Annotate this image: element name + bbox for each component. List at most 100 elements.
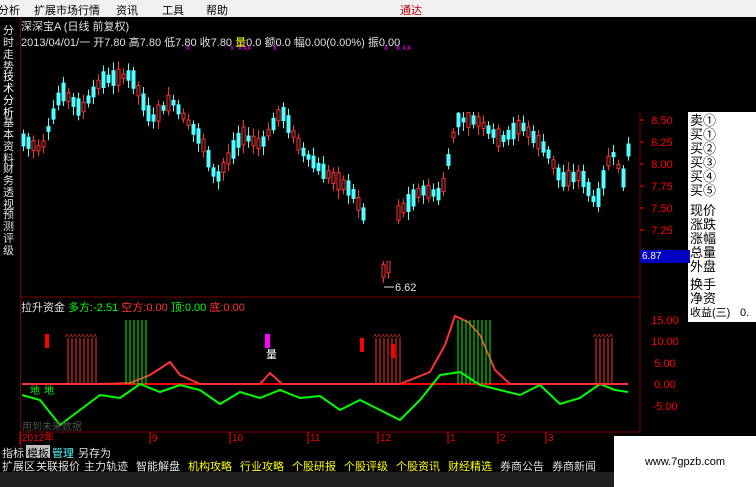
candle-body — [166, 94, 171, 112]
month-axis: 2012年 9 10 11 12 1 2 3 — [19, 431, 554, 444]
candle-body — [436, 188, 441, 201]
candle-body — [621, 168, 626, 188]
candle-body — [361, 207, 366, 221]
indicator-tick-label: 0.00 — [654, 379, 675, 391]
candle-body — [451, 131, 456, 139]
candle-body — [466, 112, 471, 128]
signal-marker: x — [396, 43, 400, 52]
candle-body — [61, 82, 66, 102]
candle-body — [141, 93, 146, 111]
candle-body — [456, 112, 461, 128]
month-label: 11 — [310, 433, 321, 444]
candle-body — [91, 86, 96, 98]
candle-body — [176, 104, 181, 115]
indicator-series: ^ ^ ^ ^ ^ ^ ^ ^ ^ ^ ^ ^ ^ ^ ^ ^ ^ ^ ^ ^量地地 — [21, 314, 629, 427]
candle-body — [196, 128, 201, 144]
candle-body — [576, 170, 581, 182]
candle-body — [236, 132, 241, 148]
candle-body — [346, 180, 351, 196]
indicator-tabs: 指标 模板 管理 另存为 — [0, 445, 660, 461]
candle-body — [101, 71, 106, 89]
quote-outer: 外盘 — [690, 259, 717, 274]
duo-line — [21, 370, 629, 427]
candle-body — [616, 163, 621, 169]
candle-body — [461, 117, 466, 123]
candle-body — [186, 119, 191, 126]
candle-body — [541, 141, 546, 153]
month-label: 2 — [500, 433, 506, 444]
signal-marker: x — [186, 43, 190, 52]
di-arrow: ^ — [397, 333, 401, 342]
candle-body — [96, 79, 101, 90]
quote-panel: 卖① 买① 买② 买③ 买④ 买⑤ 现价 涨跌 涨幅 总量 外盘 换手 净资 收… — [688, 112, 756, 322]
candle-body — [596, 188, 601, 208]
quote-volume: 总量 — [690, 245, 717, 260]
candle-body — [56, 92, 61, 106]
candle-body — [446, 154, 451, 166]
month-label: 3 — [548, 433, 554, 444]
month-label: 12 — [380, 433, 392, 444]
month-label: 10 — [232, 433, 244, 444]
candle-body — [296, 137, 301, 151]
candle-body — [431, 189, 436, 197]
candle-body — [316, 162, 321, 172]
candle-body — [561, 172, 566, 187]
candle-body — [611, 152, 616, 158]
candle-body — [36, 145, 41, 152]
candle-body — [256, 137, 261, 150]
low-marker: 6.62 — [395, 282, 416, 294]
signal-marker: x — [384, 43, 388, 52]
candle-body — [476, 116, 481, 127]
candle-body — [226, 152, 231, 165]
price-tick-label: 7.50 — [651, 203, 672, 215]
candle-body — [206, 149, 211, 168]
candle-body — [231, 140, 236, 159]
signal-marker: x — [407, 43, 411, 52]
price-tick-label: 7.75 — [651, 181, 672, 193]
candle-body — [271, 117, 276, 131]
quote-turnover: 换手 — [690, 277, 717, 292]
candle-body — [201, 138, 206, 153]
candle-body — [301, 147, 306, 157]
candle-body — [511, 122, 516, 140]
candle-body — [336, 172, 341, 191]
candle-body — [276, 109, 281, 122]
price-tick-label: 8.00 — [651, 159, 672, 171]
candle-body — [501, 134, 506, 143]
candle-body — [171, 99, 176, 106]
candle-body — [251, 135, 256, 147]
candle-body — [531, 131, 536, 143]
di-label: 底: — [209, 302, 224, 314]
signal-marker: x — [230, 43, 234, 52]
price-axis: 8.50 8.25 8.00 7.75 7.50 7.25 — [640, 115, 673, 237]
signal-marker: x — [402, 43, 406, 52]
candle-body — [191, 123, 196, 135]
candle-body — [261, 136, 266, 147]
event-markers: xxxxxxxxxx — [186, 43, 411, 52]
ding-value: 0.00 — [184, 302, 207, 314]
kong-block — [45, 334, 49, 348]
signal-marker: x — [247, 43, 251, 52]
candle-body — [181, 112, 186, 120]
di-arrow: ^ — [93, 333, 97, 342]
quote-price: 现价 — [690, 203, 717, 218]
candle-body — [421, 185, 426, 196]
candle-body — [131, 70, 136, 89]
candle-body — [406, 194, 411, 212]
candle-body — [586, 182, 591, 196]
indicator-title: 拉升资金 多方:-2.51 空方:0.00 顶:0.00 底:0.00 — [21, 299, 245, 315]
quote-buy5: 买⑤ — [690, 183, 717, 198]
candle-body — [626, 143, 631, 157]
candle-body — [356, 197, 361, 211]
candle-body — [306, 154, 311, 160]
duo-value: -2.51 — [93, 302, 119, 314]
indicator-axis: 15.00 10.00 5.00 0.00 -5.00 — [651, 315, 679, 413]
candle-body — [126, 70, 131, 81]
quote-buy4: 买④ — [690, 169, 717, 184]
candle-body — [426, 184, 431, 199]
candle-body — [106, 74, 111, 83]
current-price-badge: 6.87 — [640, 250, 690, 263]
candle-body — [396, 205, 401, 221]
candle-body — [51, 108, 56, 120]
quote-net-assets: 净资 — [690, 291, 717, 306]
